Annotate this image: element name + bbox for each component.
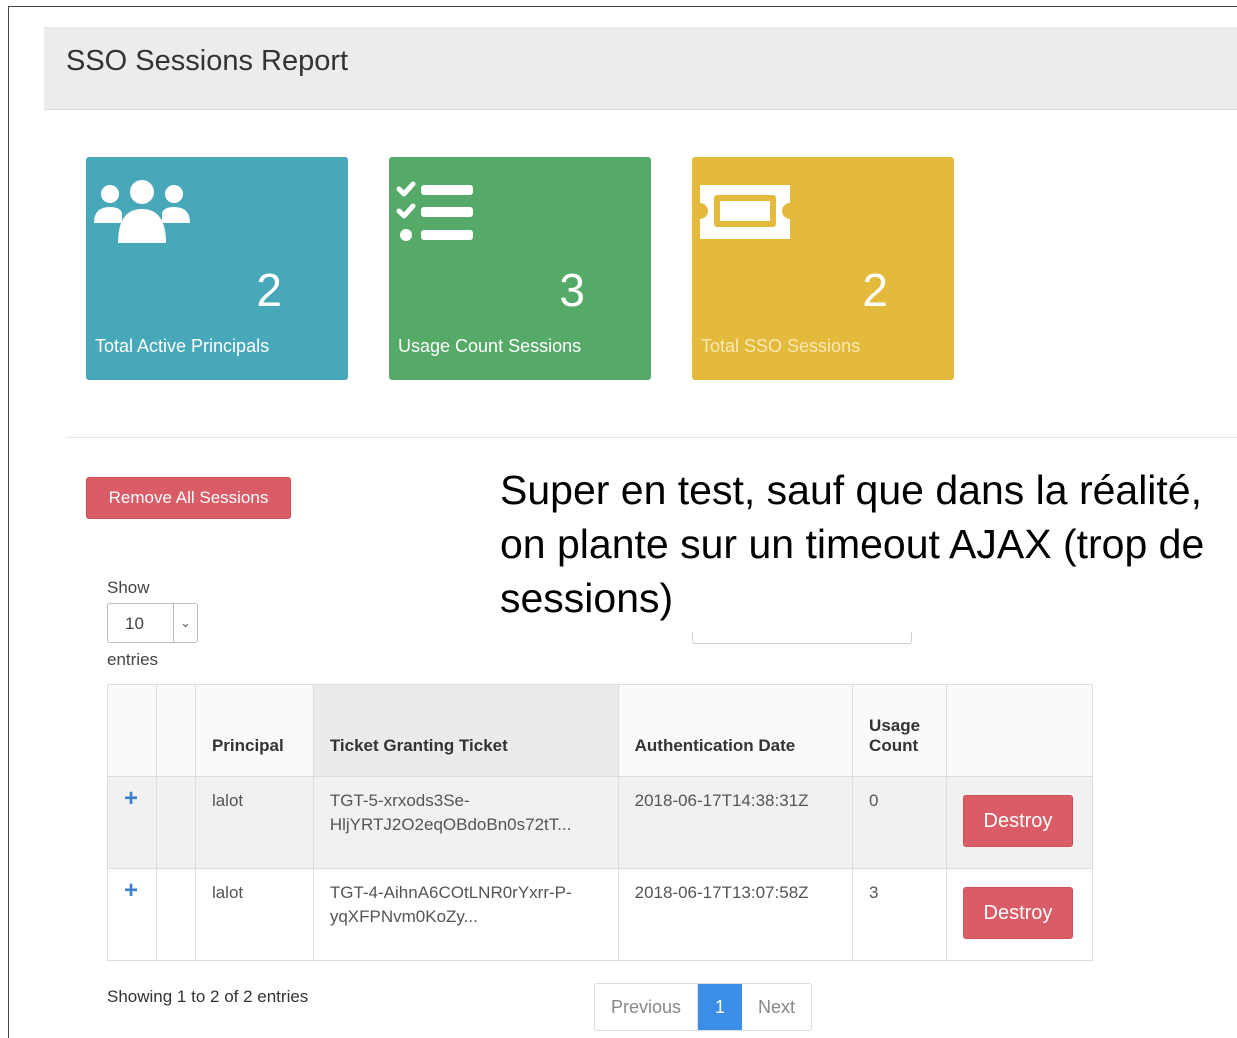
column-header-blank <box>155 684 196 777</box>
tile-value: 2 <box>256 264 282 316</box>
annotation-note: Super en test, sauf que dans la réalité,… <box>480 451 1237 632</box>
destroy-button[interactable]: Destroy <box>962 795 1073 847</box>
entries-length-select[interactable]: 10 ⌄ <box>107 603 198 643</box>
entries-label: entries <box>107 650 159 669</box>
column-header-tgt[interactable]: Ticket Granting Ticket <box>312 684 619 777</box>
auth-date-cell: 2018-06-17T13:07:58Z <box>617 868 854 961</box>
usage-count-cell: 3 <box>852 868 947 961</box>
table-info: Showing 1 to 2 of 2 entries <box>107 987 309 1006</box>
column-header-actions <box>945 684 1094 777</box>
page-header: SSO Sessions Report <box>44 27 1237 110</box>
expand-row-icon[interactable]: + <box>124 785 138 812</box>
pagination-page-1[interactable]: 1 <box>698 984 743 1030</box>
ticket-icon <box>698 179 794 250</box>
section-divider <box>66 437 1237 438</box>
action-cell: Destroy <box>945 776 1094 869</box>
destroy-button[interactable]: Destroy <box>962 887 1073 939</box>
tile-label: Total SSO Sessions <box>701 336 861 356</box>
tgt-cell: TGT-5-xrxods3Se-HljYRTJ2O2eqOBdoBn0s72tT… <box>312 776 619 869</box>
sessions-table: Principal Ticket Granting Ticket Authent… <box>107 684 1094 961</box>
column-header-auth-date[interactable]: Authentication Date <box>617 684 854 777</box>
pagination-next[interactable]: Next <box>742 984 812 1030</box>
tile-label: Total Active Principals <box>95 336 270 356</box>
auth-date-cell: 2018-06-17T14:38:31Z <box>617 776 854 869</box>
show-label: Show <box>107 578 150 597</box>
principal-cell: lalot <box>194 776 314 869</box>
page-title: SSO Sessions Report <box>66 45 349 77</box>
column-header-usage-count[interactable]: Usage Count <box>852 684 947 777</box>
total-active-principals-tile: 2 Total Active Principals <box>86 157 348 380</box>
remove-all-sessions-button[interactable]: Remove All Sessions <box>86 477 291 519</box>
blank-cell <box>155 868 196 961</box>
total-sso-sessions-tile: 2 Total SSO Sessions <box>692 157 954 380</box>
action-cell: Destroy <box>945 868 1094 961</box>
tgt-cell: TGT-4-AihnA6COtLNR0rYxrr-P-yqXFPNvm0KoZy… <box>312 868 619 961</box>
tile-value: 3 <box>559 264 585 316</box>
column-header-principal[interactable]: Principal <box>194 684 314 777</box>
blank-cell <box>155 776 196 869</box>
expand-row-icon[interactable]: + <box>124 877 138 904</box>
checklist-icon <box>395 179 479 248</box>
tile-value: 2 <box>862 264 888 316</box>
principal-cell: lalot <box>194 868 314 961</box>
entries-length-value: 10 <box>125 614 144 633</box>
table-row: + lalot TGT-5-xrxods3Se-HljYRTJ2O2eqOBdo… <box>107 776 1094 869</box>
usage-count-cell: 0 <box>852 776 947 869</box>
pagination: Previous 1 Next <box>594 983 813 1031</box>
pagination-previous[interactable]: Previous <box>595 984 699 1030</box>
table-row: + lalot TGT-4-AihnA6COtLNR0rYxrr-P-yqXFP… <box>107 868 1094 961</box>
chevron-down-icon[interactable]: ⌄ <box>173 604 197 642</box>
users-icon <box>92 179 192 254</box>
usage-count-sessions-tile: 3 Usage Count Sessions <box>389 157 651 380</box>
tile-label: Usage Count Sessions <box>398 336 582 356</box>
table-header-row: Principal Ticket Granting Ticket Authent… <box>107 684 1094 777</box>
column-header-expand <box>107 684 157 777</box>
